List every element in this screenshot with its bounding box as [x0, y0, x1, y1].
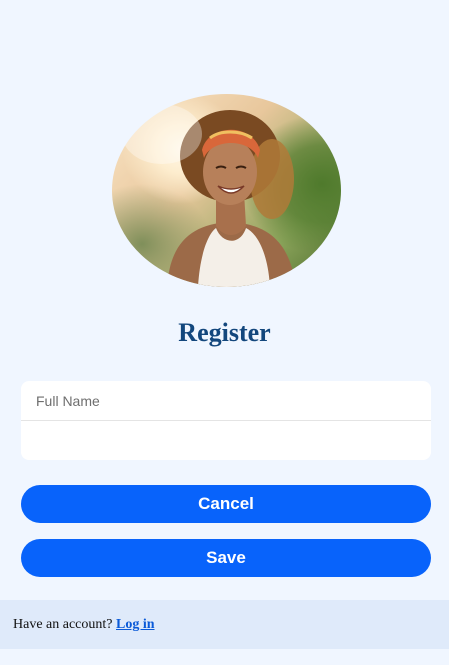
- save-button[interactable]: Save: [21, 539, 431, 577]
- login-footer: Have an account? Log in: [0, 600, 449, 649]
- person-photo-icon: [122, 104, 296, 287]
- second-input[interactable]: [21, 421, 431, 460]
- have-account-text: Have an account?: [13, 617, 113, 632]
- full-name-input[interactable]: [21, 381, 431, 420]
- page-title: Register: [178, 318, 271, 347]
- login-link[interactable]: Log in: [116, 617, 155, 632]
- register-form: [21, 381, 431, 460]
- cancel-button[interactable]: Cancel: [21, 485, 431, 523]
- profile-avatar: [112, 94, 341, 287]
